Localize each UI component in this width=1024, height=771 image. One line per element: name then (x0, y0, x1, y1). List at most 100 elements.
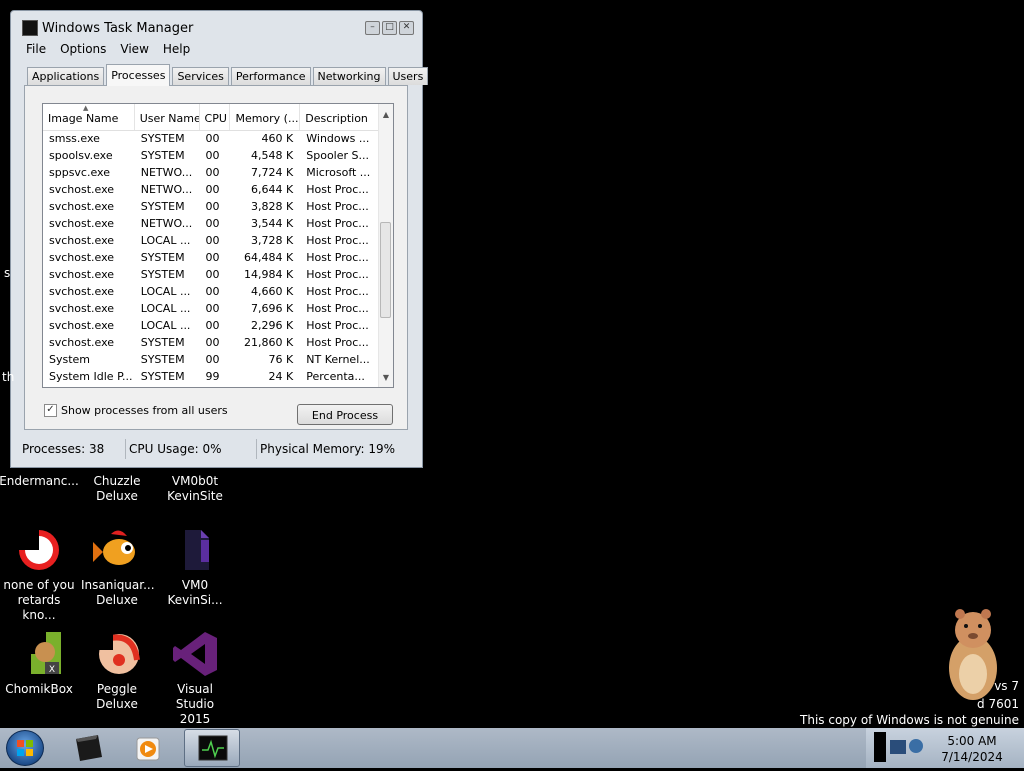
process-description: Host Proc... (306, 251, 369, 264)
table-row[interactable]: System SYSTEM 00 76 K NT Kernel... (43, 351, 379, 368)
show-all-users-option[interactable]: ✓ Show processes from all users (44, 404, 228, 417)
desktop-icon-chomikbox[interactable]: X ChomikBox (0, 630, 79, 697)
process-description: NT Kernel... (306, 353, 370, 366)
process-user-name: SYSTEM (140, 336, 185, 349)
column-image-name[interactable]: ▲ Image Name (43, 104, 135, 130)
process-user-name: SYSTEM (140, 200, 185, 213)
scroll-thumb[interactable] (380, 222, 391, 318)
desktop-icon-vm0b0t[interactable]: VM0b0t KevinSite (155, 474, 235, 504)
table-row[interactable]: svchost.exe NETWO... 00 6,644 K Host Proc... (43, 181, 379, 198)
close-button[interactable]: ✕ (399, 21, 414, 35)
process-image-name: svchost.exe (49, 217, 115, 230)
process-memory: 24 K (268, 370, 294, 383)
process-cpu: 00 (205, 149, 220, 162)
process-description: Host Proc... (306, 234, 369, 247)
taskbar-app-task-manager[interactable] (184, 729, 240, 767)
table-row[interactable]: svchost.exe LOCAL ... 00 3,728 K Host Proc..… (43, 232, 379, 249)
process-user-name: SYSTEM (140, 251, 185, 264)
tray-icons (874, 732, 923, 762)
process-cpu: 00 (205, 251, 220, 264)
table-row[interactable]: svchost.exe SYSTEM 00 64,484 K Host Proc... (43, 249, 379, 266)
table-row[interactable]: svchost.exe LOCAL ... 00 4,660 K Host Proc..… (43, 283, 379, 300)
process-memory: 14,984 K (244, 268, 294, 281)
window-title: Windows Task Manager (42, 21, 194, 36)
end-process-button[interactable]: End Process (297, 404, 393, 425)
process-memory: 64,484 K (244, 251, 294, 264)
process-cpu: 99 (205, 370, 220, 383)
column-user-name[interactable]: User Name (135, 104, 200, 130)
menu-help[interactable]: Help (156, 41, 197, 59)
process-description: Host Proc... (306, 336, 369, 349)
table-row[interactable]: smss.exe SYSTEM 00 460 K Windows ... (43, 130, 379, 147)
table-row[interactable]: svchost.exe LOCAL ... 00 2,296 K Host Proc..… (43, 317, 379, 334)
task-manager-icon (22, 20, 38, 36)
process-description: Spooler S... (306, 149, 369, 162)
process-image-name: sppsvc.exe (49, 166, 110, 179)
start-button[interactable] (6, 730, 44, 766)
column-memory[interactable]: Memory (... (230, 104, 301, 130)
tab-applications[interactable]: Applications (27, 67, 105, 85)
process-user-name: LOCAL ... (140, 285, 191, 298)
table-row[interactable]: svchost.exe SYSTEM 00 21,860 K Host Proc... (43, 334, 379, 351)
column-cpu[interactable]: CPU (200, 104, 231, 130)
process-description: Host Proc... (306, 200, 369, 213)
desktop-icon-peggle[interactable]: Peggle Deluxe (77, 630, 157, 712)
taskbar-app-media-player[interactable] (122, 729, 178, 767)
desktop-icon-vm0-kevinsite[interactable]: VM0 KevinSi... (155, 526, 235, 608)
process-user-name: LOCAL ... (140, 234, 191, 247)
table-row[interactable]: spoolsv.exe SYSTEM 00 4,548 K Spooler S... (43, 147, 379, 164)
status-processes: Processes: 38 (19, 439, 126, 459)
process-cpu: 00 (205, 183, 220, 196)
maximize-button[interactable]: □ (382, 21, 397, 35)
process-image-name: svchost.exe (49, 319, 115, 332)
taskbar-clock[interactable]: 5:00 AM 7/14/2024 (930, 733, 1014, 765)
show-all-users-checkbox[interactable]: ✓ (44, 404, 57, 417)
process-list[interactable]: ▲ Image Name User Name CPU Memory (... D… (42, 103, 394, 388)
title-bar[interactable]: Windows Task Manager – □ ✕ (11, 11, 422, 39)
table-row[interactable]: sppsvc.exe NETWO... 00 7,724 K Microsoft ... (43, 164, 379, 181)
process-image-name: svchost.exe (49, 285, 115, 298)
process-memory: 2,296 K (251, 319, 294, 332)
tab-processes[interactable]: Processes (106, 64, 171, 86)
column-description[interactable]: Description (300, 104, 380, 130)
table-row[interactable]: svchost.exe NETWO... 00 3,544 K Host Proc... (43, 215, 379, 232)
process-user-name: SYSTEM (140, 353, 185, 366)
process-memory: 76 K (268, 353, 294, 366)
desktop-icon-endermance[interactable]: Endermanc... (0, 474, 79, 489)
vertical-scrollbar[interactable]: ▲ ▼ (378, 104, 393, 387)
table-row[interactable]: svchost.exe SYSTEM 00 3,828 K Host Proc... (43, 198, 379, 215)
desktop-icon-label: VM0b0t KevinSite (167, 474, 223, 503)
process-description: Host Proc... (306, 319, 369, 332)
desktop-icon-none-of-you[interactable]: none of you retards kno... (0, 526, 79, 623)
task-manager-window[interactable]: Windows Task Manager – □ ✕ File Options … (10, 10, 429, 468)
menu-options[interactable]: Options (53, 41, 113, 59)
table-row[interactable]: svchost.exe LOCAL ... 00 7,696 K Host Proc..… (43, 300, 379, 317)
process-image-name: svchost.exe (49, 302, 115, 315)
tab-performance[interactable]: Performance (230, 67, 311, 85)
process-description: Host Proc... (306, 217, 369, 230)
tab-networking[interactable]: Networking (312, 67, 386, 85)
menu-file[interactable]: File (19, 41, 53, 59)
table-row[interactable]: System Idle P... SYSTEM 99 24 K Percenta... (43, 368, 379, 385)
table-row[interactable]: svchost.exe SYSTEM 00 14,984 K Host Proc... (43, 266, 379, 283)
process-user-name: LOCAL ... (140, 319, 191, 332)
desktop-icon-insaniquarium[interactable]: Insaniquar... Deluxe (77, 526, 157, 608)
process-image-name: svchost.exe (49, 200, 115, 213)
terminal-icon (76, 735, 102, 761)
process-cpu: 00 (205, 336, 220, 349)
desktop-icon-chuzzle[interactable]: Chuzzle Deluxe (77, 474, 157, 504)
watermark-not-genuine: This copy of Windows is not genuine (800, 713, 1019, 727)
desktop-icon-label: ChomikBox (5, 682, 73, 696)
scroll-down-icon[interactable]: ▼ (379, 371, 393, 385)
tab-users[interactable]: Users (387, 67, 429, 85)
process-memory: 3,544 K (251, 217, 294, 230)
minimize-button[interactable]: – (365, 21, 380, 35)
action-center-icon (909, 739, 923, 753)
menu-view[interactable]: View (113, 41, 155, 59)
desktop-icon-visual-studio[interactable]: Visual Studio 2015 (155, 630, 235, 727)
taskbar-app-terminal[interactable] (60, 729, 116, 767)
scroll-up-icon[interactable]: ▲ (379, 108, 393, 122)
process-user-name: SYSTEM (140, 132, 185, 145)
tab-services[interactable]: Services (172, 67, 229, 85)
process-memory: 3,828 K (251, 200, 294, 213)
